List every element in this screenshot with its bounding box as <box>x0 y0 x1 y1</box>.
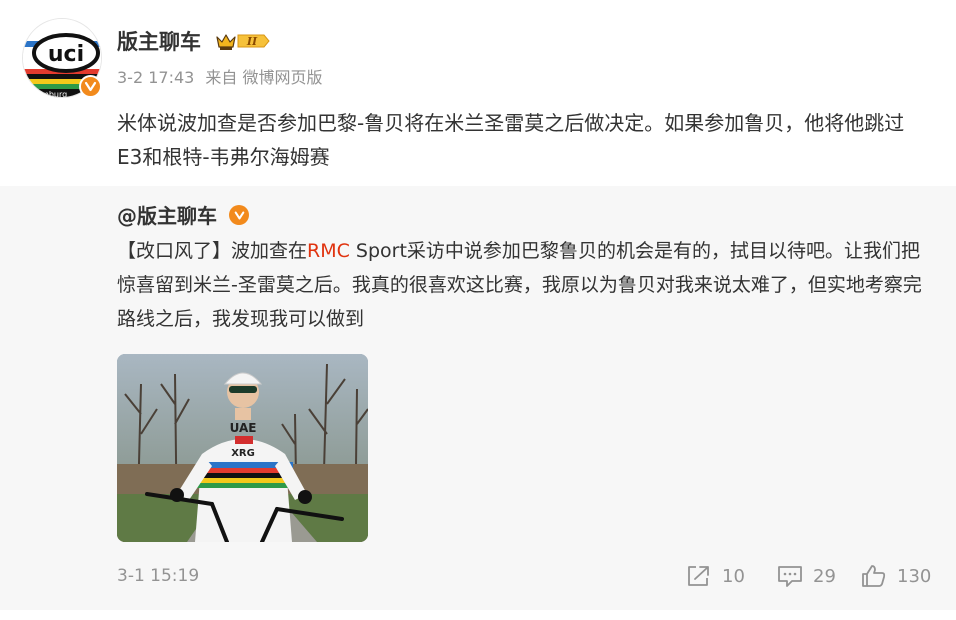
crown-level-icon[interactable]: II <box>214 30 270 52</box>
avatar-logo-subtext: imburg <box>39 90 67 98</box>
comment-icon <box>778 566 802 587</box>
retweet-text-part1: 【改口风了】波加查在 <box>117 240 308 262</box>
weibo-post-card: uci imburg 版主聊车 II 3-2 17:43 来自 微博网页版 米体… <box>0 0 956 620</box>
post-meta: 3-2 17:43 来自 微博网页版 <box>117 67 329 89</box>
avatar-logo-text: uci <box>48 42 84 67</box>
retweet-body-text: 【改口风了】波加查在RMC Sport采访中说参加巴黎鲁贝的机会是有的，拭目以待… <box>117 234 932 336</box>
like-button[interactable]: 130 <box>861 562 931 590</box>
post-body-text: 米体说波加查是否参加巴黎-鲁贝将在米兰圣雷莫之后做决定。如果参加鲁贝，他将他跳过… <box>117 111 905 169</box>
jersey-subtext: XRG <box>231 448 255 459</box>
share-button[interactable]: 10 <box>686 562 745 590</box>
like-icon <box>862 565 886 587</box>
verified-badge-icon <box>79 75 102 98</box>
like-count: 130 <box>897 565 932 587</box>
cyclist-photo-image: UAE XRG <box>117 354 368 542</box>
level-badge-text: II <box>246 35 258 48</box>
post-author-name[interactable]: 版主聊车 <box>117 28 201 56</box>
share-count: 10 <box>722 565 745 587</box>
post-source: 来自 微博网页版 <box>205 68 323 87</box>
retweet-footer: 3-1 15:19 10 29 130 <box>0 562 956 592</box>
retweet-box[interactable]: @版主聊车 【改口风了】波加查在RMC Sport采访中说参加巴黎鲁贝的机会是有… <box>0 186 956 610</box>
retweet-highlight-link[interactable]: RMC <box>307 240 350 262</box>
post-timestamp[interactable]: 3-2 17:43 <box>117 68 194 87</box>
retweet-timestamp[interactable]: 3-1 15:19 <box>117 564 199 588</box>
retweet-verified-icon <box>229 205 249 225</box>
retweet-photo[interactable]: UAE XRG <box>117 354 368 542</box>
retweet-author[interactable]: @版主聊车 <box>117 202 217 230</box>
comment-count: 29 <box>813 565 836 587</box>
share-icon <box>688 566 709 586</box>
comment-button[interactable]: 29 <box>777 562 836 590</box>
jersey-text: UAE <box>230 421 257 435</box>
